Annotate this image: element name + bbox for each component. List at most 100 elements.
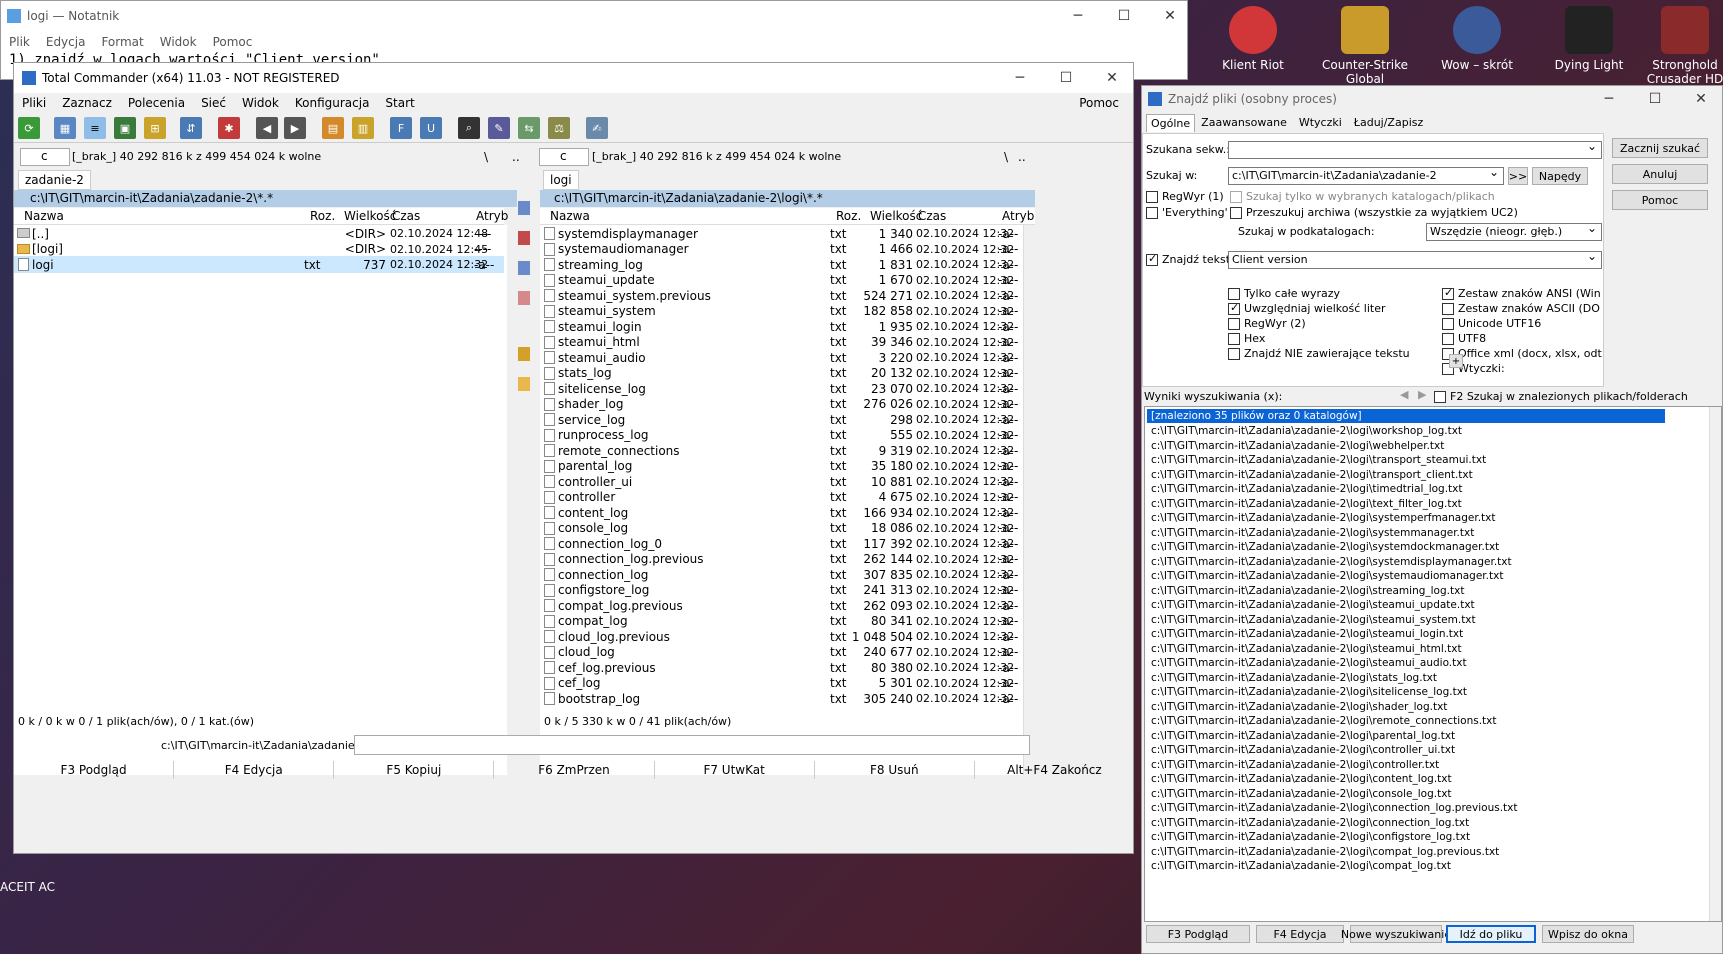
forward-icon[interactable]: ▶ bbox=[284, 117, 306, 139]
left-path-bar[interactable]: c:\IT\GIT\marcin-it\Zadania\zadanie-2\*.… bbox=[14, 190, 507, 207]
search-in-input[interactable]: c:\IT\GIT\marcin-it\Zadania\zadanie-2 bbox=[1228, 167, 1504, 185]
left-drive-combo[interactable]: c bbox=[20, 148, 70, 166]
desktop-icon-csgo[interactable]: Counter-Strike Global Offensive bbox=[1320, 6, 1410, 86]
results-summary[interactable]: [znaleziono 35 plików oraz 0 katalogów] bbox=[1147, 409, 1665, 423]
notepad-icon[interactable]: ✍ bbox=[586, 117, 608, 139]
copy-icon[interactable] bbox=[518, 261, 530, 275]
add-plugin-button[interactable]: + bbox=[1449, 354, 1463, 368]
table-row[interactable]: connection_log txt 307 835 02.10.2024 12:32… bbox=[540, 566, 1023, 583]
root-button[interactable]: \ bbox=[484, 150, 488, 164]
text-option[interactable]: Tylko całe wyrazy bbox=[1228, 287, 1340, 300]
detailed-view-icon[interactable]: ≡ bbox=[84, 117, 106, 139]
table-row[interactable]: steamui_login txt 1 935 02.10.2024 12:32 -a-… bbox=[540, 318, 1023, 335]
minimize-button[interactable]: ─ bbox=[1055, 1, 1101, 31]
result-item[interactable]: c:\IT\GIT\marcin-it\Zadania\zadanie-2\lo… bbox=[1151, 743, 1455, 758]
left-tab[interactable]: zadanie-2 bbox=[18, 170, 91, 190]
checkbox[interactable] bbox=[1442, 318, 1454, 330]
fkey-button[interactable]: F6 ZmPrzen bbox=[494, 761, 655, 779]
text-option[interactable]: Uwzględniaj wielkość liter bbox=[1228, 301, 1386, 315]
encoding-option[interactable]: Unicode UTF16 bbox=[1442, 317, 1602, 330]
parent-button[interactable]: .. bbox=[512, 150, 520, 164]
encoding-option[interactable]: Zestaw znaków ASCII (DO bbox=[1442, 302, 1602, 315]
table-row[interactable]: runprocess_log txt 555 02.10.2024 12:32 -a-- bbox=[540, 427, 1023, 444]
maximize-button[interactable]: ☐ bbox=[1632, 86, 1678, 112]
col-ext[interactable]: Roz. bbox=[310, 209, 335, 223]
close-button[interactable]: ✕ bbox=[1089, 63, 1133, 93]
fkey-button[interactable]: F8 Usuń bbox=[815, 761, 975, 779]
menu-zaznacz[interactable]: Zaznacz bbox=[54, 96, 120, 110]
table-row[interactable]: bootstrap_log txt 305 240 02.10.2024 12:32-… bbox=[540, 690, 1023, 707]
table-row[interactable]: [..] <DIR> 02.10.2024 12:48 ---- bbox=[14, 225, 504, 242]
table-row[interactable]: steamui_system txt 182 858 02.10.2024 12:32… bbox=[540, 303, 1023, 320]
checkbox[interactable] bbox=[1442, 303, 1454, 315]
encoding-option[interactable]: UTF8 bbox=[1442, 332, 1602, 345]
col-attr[interactable]: Atryb bbox=[1002, 209, 1034, 223]
table-row[interactable]: cloud_log txt 240 677 02.10.2024 12:32 -a-- bbox=[540, 644, 1023, 661]
result-item[interactable]: c:\IT\GIT\marcin-it\Zadania\zadanie-2\lo… bbox=[1151, 671, 1437, 686]
view-icon[interactable] bbox=[518, 201, 530, 215]
result-item[interactable]: c:\IT\GIT\marcin-it\Zadania\zadanie-2\lo… bbox=[1151, 816, 1469, 831]
tab-advanced[interactable]: Zaawansowane bbox=[1195, 114, 1293, 132]
desktop-icon-stronghold[interactable]: Stronghold Crusader HD bbox=[1640, 6, 1723, 86]
table-row[interactable]: systemdisplaymanager txt 1 340 02.10.2024 1… bbox=[540, 225, 1023, 242]
result-item[interactable]: c:\IT\GIT\marcin-it\Zadania\zadanie-2\lo… bbox=[1151, 845, 1499, 860]
desktop-icon-dying-light[interactable]: Dying Light bbox=[1544, 6, 1634, 72]
maximize-button[interactable]: ☐ bbox=[1043, 63, 1089, 93]
checkbox[interactable] bbox=[1228, 288, 1240, 300]
result-item[interactable]: c:\IT\GIT\marcin-it\Zadania\zadanie-2\lo… bbox=[1151, 511, 1495, 526]
col-size[interactable]: Wielkość bbox=[344, 209, 396, 223]
prev-icon[interactable]: ◀ bbox=[1400, 388, 1408, 401]
result-item[interactable]: c:\IT\GIT\marcin-it\Zadania\zadanie-2\lo… bbox=[1151, 569, 1503, 584]
result-item[interactable]: c:\IT\GIT\marcin-it\Zadania\zadanie-2\lo… bbox=[1151, 700, 1447, 715]
start-search-button[interactable]: Zacznij szukać bbox=[1612, 138, 1708, 158]
table-row[interactable]: console_log txt 18 086 02.10.2024 12:32 -a-- bbox=[540, 520, 1023, 537]
root-button[interactable]: \ bbox=[1004, 150, 1008, 164]
result-item[interactable]: c:\IT\GIT\marcin-it\Zadania\zadanie-2\lo… bbox=[1151, 555, 1512, 570]
minimize-button[interactable]: ─ bbox=[997, 63, 1043, 93]
find-text-input[interactable]: Client version bbox=[1228, 251, 1602, 269]
result-item[interactable]: c:\IT\GIT\marcin-it\Zadania\zadanie-2\lo… bbox=[1151, 714, 1497, 729]
table-row[interactable]: compat_log.previous txt 262 093 02.10.2024 … bbox=[540, 597, 1023, 614]
right-tab[interactable]: logi bbox=[543, 170, 579, 190]
encoding-option[interactable]: Office xml (docx, xlsx, odt it bbox=[1442, 347, 1602, 360]
tab-load-save[interactable]: Ładuj/Zapisz bbox=[1348, 114, 1429, 132]
subdirs-select[interactable]: Wszędzie (nieogr. głęb.) bbox=[1426, 223, 1602, 241]
move-icon[interactable] bbox=[518, 291, 530, 305]
tab-general[interactable]: Ogólne bbox=[1146, 114, 1196, 132]
next-icon[interactable]: ▶ bbox=[1418, 388, 1426, 401]
tree-icon[interactable]: ⊞ bbox=[144, 117, 166, 139]
tab-plugins[interactable]: Wtyczki bbox=[1293, 114, 1348, 132]
maximize-button[interactable]: ☐ bbox=[1101, 1, 1147, 31]
table-row[interactable]: steamui_system.previous txt 524 271 02.10.2… bbox=[540, 287, 1023, 304]
command-line-input[interactable] bbox=[354, 735, 1030, 755]
find-bottom-button[interactable]: Idź do pliku bbox=[1446, 925, 1536, 943]
table-row[interactable]: parental_log txt 35 180 02.10.2024 12:32 -a-… bbox=[540, 458, 1023, 475]
find-bottom-button[interactable]: Nowe wyszukiwanie bbox=[1341, 925, 1451, 943]
checkbox[interactable] bbox=[1442, 287, 1454, 300]
help-button[interactable]: Pomoc bbox=[1612, 190, 1708, 210]
result-item[interactable]: c:\IT\GIT\marcin-it\Zadania\zadanie-2\lo… bbox=[1151, 787, 1452, 802]
menu-start[interactable]: Start bbox=[377, 96, 422, 110]
table-row[interactable]: configstore_log txt 241 313 02.10.2024 12:3… bbox=[540, 582, 1023, 599]
result-item[interactable]: c:\IT\GIT\marcin-it\Zadania\zadanie-2\lo… bbox=[1151, 453, 1486, 468]
regex1-option[interactable]: RegWyr (1) bbox=[1146, 190, 1224, 203]
table-row[interactable]: stats_log txt 20 132 02.10.2024 12:32 -a-- bbox=[540, 365, 1023, 382]
table-row[interactable]: [logi] <DIR> 02.10.2024 12:45 ---- bbox=[14, 241, 504, 258]
find-bottom-button[interactable]: Wpisz do okna bbox=[1542, 925, 1634, 943]
everything-option[interactable]: 'Everything' bbox=[1146, 206, 1228, 219]
search-for-input[interactable] bbox=[1228, 141, 1602, 159]
table-row[interactable]: controller_ui txt 10 881 02.10.2024 12:32 -a… bbox=[540, 473, 1023, 490]
col-time[interactable]: Czas bbox=[918, 209, 946, 223]
right-drive-combo[interactable]: c bbox=[539, 148, 589, 166]
right-path-bar[interactable]: c:\IT\GIT\marcin-it\Zadania\zadanie-2\lo… bbox=[540, 190, 1035, 207]
checkbox[interactable] bbox=[1228, 318, 1240, 330]
fkey-button[interactable]: Alt+F4 Zakończ bbox=[975, 761, 1133, 779]
col-attr[interactable]: Atryb bbox=[476, 209, 508, 223]
table-row[interactable]: systemaudiomanager txt 1 466 02.10.2024 12:… bbox=[540, 241, 1023, 258]
fkey-button[interactable]: F7 UtwKat bbox=[655, 761, 815, 779]
result-item[interactable]: c:\IT\GIT\marcin-it\Zadania\zadanie-2\lo… bbox=[1151, 758, 1439, 773]
result-item[interactable]: c:\IT\GIT\marcin-it\Zadania\zadanie-2\lo… bbox=[1151, 656, 1467, 671]
close-button[interactable]: ✕ bbox=[1678, 86, 1722, 112]
ftp-icon[interactable]: F bbox=[390, 117, 412, 139]
table-row[interactable]: shader_log txt 276 026 02.10.2024 12:32 -a-- bbox=[540, 396, 1023, 413]
